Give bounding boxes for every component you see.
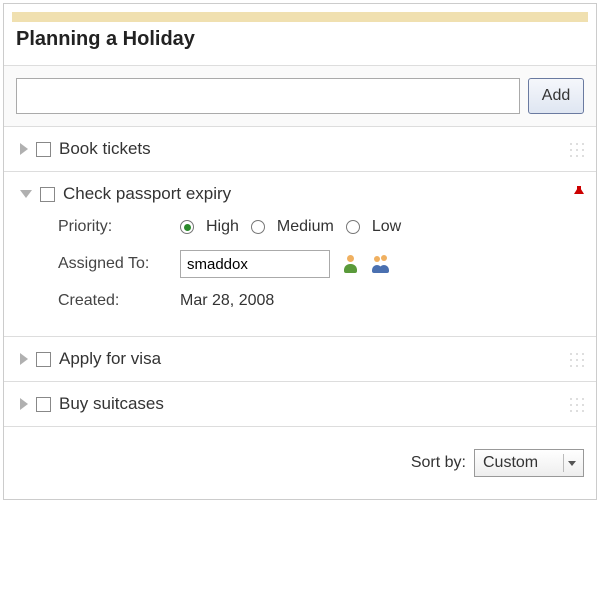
created-label: Created: (58, 292, 168, 310)
drag-handle-icon[interactable] (568, 396, 586, 414)
task-checkbox[interactable] (36, 142, 51, 157)
task-row: Buy suitcases (4, 382, 596, 427)
priority-medium-radio[interactable] (251, 220, 265, 234)
assigned-to-input[interactable] (180, 250, 330, 278)
new-task-input[interactable] (16, 78, 520, 114)
expand-icon[interactable] (20, 353, 28, 365)
task-checkbox[interactable] (40, 187, 55, 202)
sort-value: Custom (483, 454, 538, 472)
sort-select[interactable]: Custom (474, 449, 584, 477)
header-accent (12, 12, 588, 22)
task-row: Apply for visa (4, 337, 596, 382)
chevron-down-icon (563, 454, 579, 472)
person-icon[interactable] (342, 255, 360, 273)
page-title: Planning a Holiday (4, 24, 596, 65)
expand-icon[interactable] (20, 398, 28, 410)
collapse-icon[interactable] (20, 190, 32, 198)
task-details: Priority: High Medium Low Assigned To: C… (58, 218, 586, 310)
priority-low-radio[interactable] (346, 220, 360, 234)
assigned-label: Assigned To: (58, 255, 168, 273)
task-label: Book tickets (59, 139, 151, 159)
group-icon[interactable] (372, 255, 390, 273)
task-checkbox[interactable] (36, 352, 51, 367)
task-row: Book tickets (4, 127, 596, 172)
drag-handle-icon[interactable] (568, 141, 586, 159)
priority-medium-label: Medium (277, 218, 334, 236)
add-row: Add (4, 65, 596, 127)
priority-high-label: High (206, 218, 239, 236)
priority-radio-group: High Medium Low (180, 218, 401, 236)
task-panel: Planning a Holiday Add Book tickets Chec… (3, 3, 597, 500)
priority-low-label: Low (372, 218, 401, 236)
drag-handle-icon[interactable] (568, 351, 586, 369)
task-label: Apply for visa (59, 349, 161, 369)
footer: Sort by: Custom (4, 427, 596, 499)
expand-icon[interactable] (20, 143, 28, 155)
add-button[interactable]: Add (528, 78, 584, 114)
task-row: Check passport expiry Priority: High Med… (4, 172, 596, 337)
priority-high-radio[interactable] (180, 220, 194, 234)
task-label: Check passport expiry (63, 184, 231, 204)
priority-label: Priority: (58, 218, 168, 236)
priority-high-icon (574, 186, 584, 194)
task-checkbox[interactable] (36, 397, 51, 412)
created-value: Mar 28, 2008 (180, 292, 274, 310)
task-label: Buy suitcases (59, 394, 164, 414)
sort-by-label: Sort by: (411, 454, 466, 472)
